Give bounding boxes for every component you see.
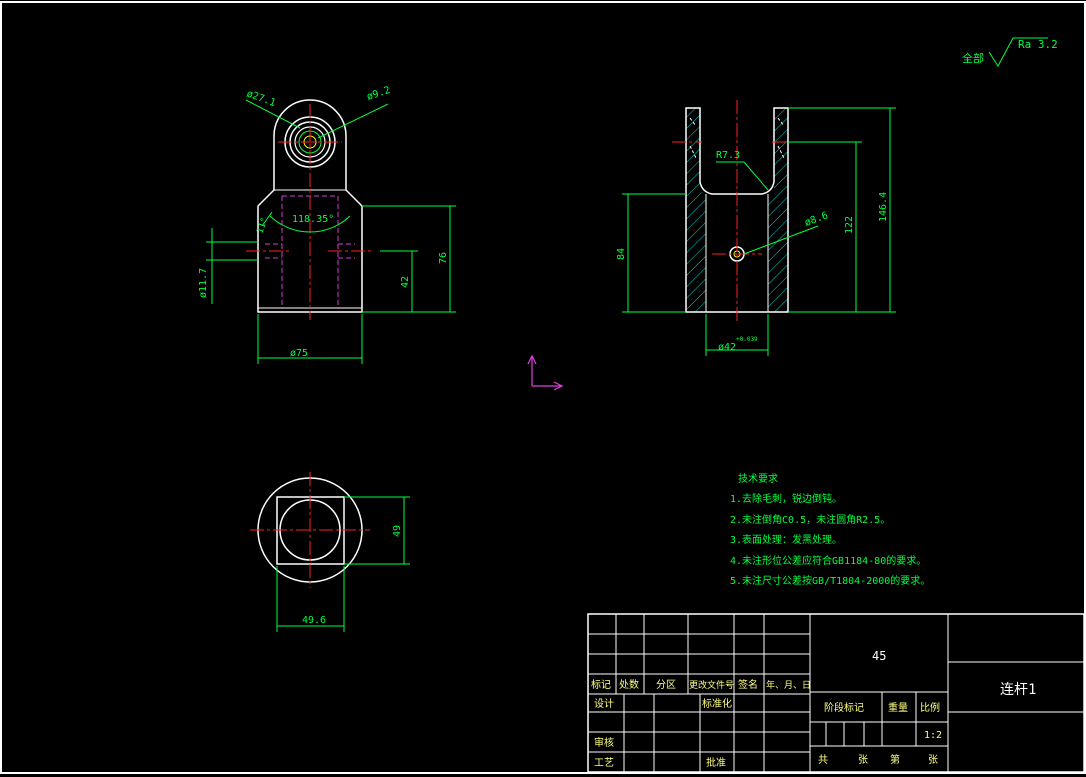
dim-h146: 146.4 <box>878 192 889 222</box>
tb-header-date: 年、月、日 <box>766 679 811 691</box>
tb-header-change-doc: 更改文件号 <box>689 679 734 691</box>
tech-req-item-2: 2.未注倒角C0.5，未注圆角R2.5。 <box>730 513 890 526</box>
dim-hole-diameter: ø9.2 <box>366 85 392 103</box>
dim-h122: 122 <box>844 216 855 234</box>
dim-angle: 118.35° <box>292 214 334 225</box>
tech-req-item-5: 5.未注尺寸公差按GB/T1804-2000的要求。 <box>730 574 930 587</box>
tb-scale: 比例 <box>920 701 940 714</box>
side-view: R7.3 ø8.6 84 122 146.4 ø42 +0.039 <box>616 100 896 356</box>
tb-header-sign: 签名 <box>738 678 758 691</box>
top-view: 49.6 49 <box>250 472 410 632</box>
tb-header-count: 处数 <box>619 678 639 691</box>
dim-h76: 76 <box>438 252 449 264</box>
dim-pin-diameter: ø8.6 <box>803 210 829 229</box>
tech-req-item-3: 3.表面处理：发黑处理。 <box>730 533 842 546</box>
front-view: ø75 ø27.1 ø9.2 118.35° 11° ø11.7 42 76 <box>198 85 456 364</box>
dim-bore-tolerance: +0.039 <box>736 336 758 343</box>
tb-weight: 重量 <box>888 701 908 714</box>
dim-body-diameter: ø11.7 <box>198 268 209 298</box>
surface-finish-prefix: 全部 <box>962 51 984 65</box>
tb-scale-value: 1:2 <box>924 730 942 741</box>
dim-h84: 84 <box>616 248 627 260</box>
dim-top-width: 49.6 <box>302 615 326 626</box>
dim-h42: 42 <box>400 276 411 288</box>
tb-part-name: 连杆1 <box>1000 682 1036 698</box>
dim-radius: R7.3 <box>716 150 740 161</box>
tb-row-design: 设计 <box>594 697 614 710</box>
tb-page: 第 <box>890 753 900 766</box>
technical-requirements: 技术要求 1.去除毛刺，锐边倒钝。 2.未注倒角C0.5，未注圆角R2.5。 3… <box>730 472 930 587</box>
tb-material: 45 <box>872 649 886 663</box>
tech-req-item-4: 4.未注形位公差应符合GB1184-80的要求。 <box>730 554 926 567</box>
tech-req-title: 技术要求 <box>738 472 778 485</box>
dim-width-75: ø75 <box>290 348 308 359</box>
drawing-border <box>0 1 1086 774</box>
tb-stage-mark: 阶段标记 <box>824 701 864 714</box>
tb-sheet2: 张 <box>928 754 938 766</box>
tb-total: 共 <box>818 754 828 766</box>
tech-req-item-1: 1.去除毛刺，锐边倒钝。 <box>730 492 842 505</box>
surface-finish-symbol: 全部 Ra 3.2 <box>962 37 1058 67</box>
title-block: 标记 处数 分区 更改文件号 签名 年、月、日 设计 标准化 审核 工艺 批准 … <box>587 613 1085 773</box>
tb-row-standard: 标准化 <box>702 697 732 710</box>
cad-drawing-canvas[interactable]: 全部 Ra 3.2 ø75 ø27.1 ø9.2 118.35° 11° ø11… <box>0 0 1086 777</box>
ucs-axis-icon <box>527 354 564 391</box>
dim-top-height: 49 <box>392 525 403 537</box>
surface-finish-value: Ra 3.2 <box>1018 38 1058 51</box>
tb-row-approve: 批准 <box>706 756 726 769</box>
tb-row-process: 工艺 <box>594 757 614 769</box>
dim-bore: ø42 <box>718 342 736 353</box>
tb-header-zone: 分区 <box>656 679 676 691</box>
dim-outer-diameter: ø27.1 <box>245 88 277 109</box>
tb-header-mark: 标记 <box>591 679 611 691</box>
tb-sheets: 张 <box>858 754 868 766</box>
tb-row-check: 审核 <box>594 736 614 749</box>
